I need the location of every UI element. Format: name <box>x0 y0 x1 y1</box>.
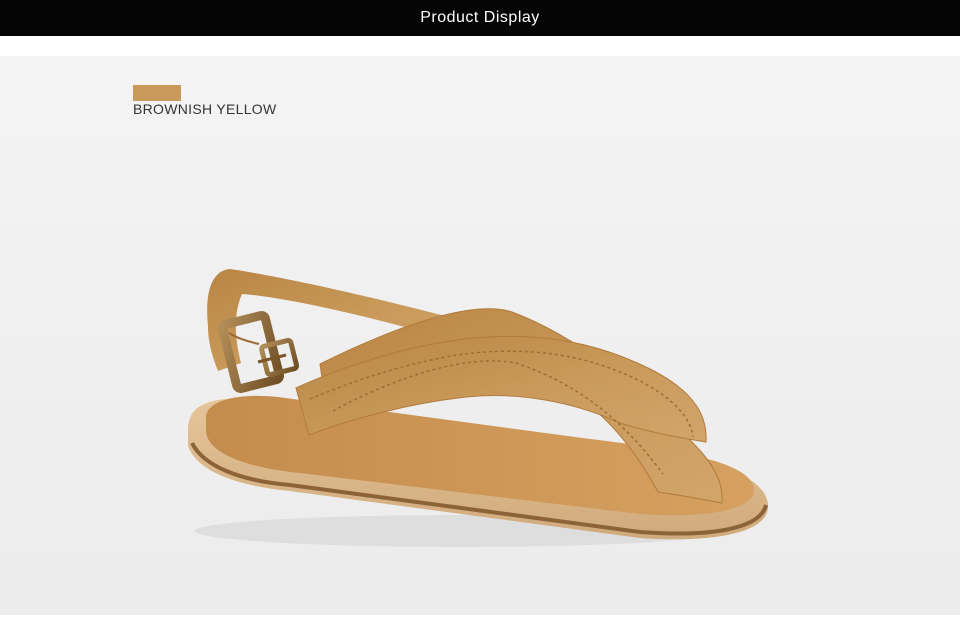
color-swatch <box>133 85 181 101</box>
header-gap <box>0 36 960 56</box>
color-name-label: BROWNISH YELLOW <box>133 101 277 117</box>
footer-gap <box>0 615 960 635</box>
sandal-image <box>188 269 769 547</box>
product-display-header: Product Display <box>0 0 960 36</box>
product-stage: BROWNISH YELLOW <box>0 56 960 615</box>
header-title: Product Display <box>420 9 540 26</box>
